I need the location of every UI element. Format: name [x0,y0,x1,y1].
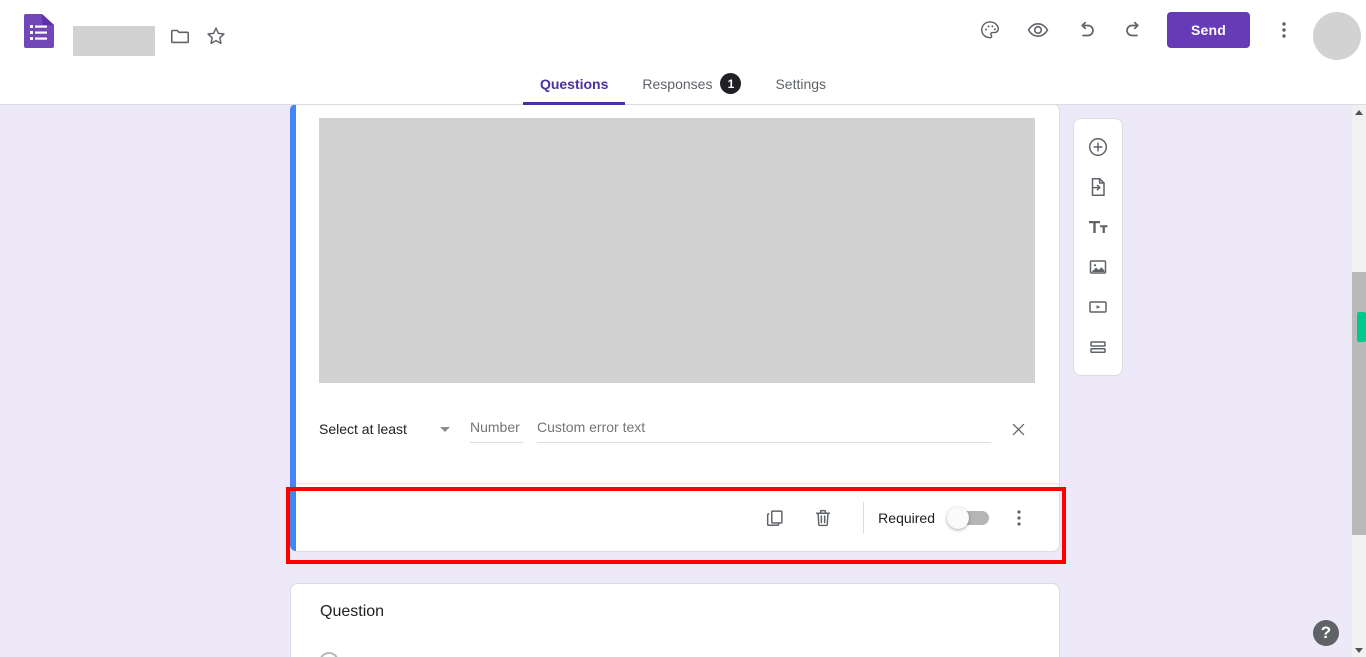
question-content-redacted [319,118,1035,383]
form-canvas: Select at least Number Custom error text… [0,105,1352,657]
more-vert-icon[interactable] [1264,10,1304,50]
validation-rule-label: Select at least [319,421,407,437]
tab-questions-label: Questions [539,75,609,92]
validation-rule-select[interactable]: Select at least [319,421,458,437]
section-icon[interactable] [1078,327,1118,367]
forms-logo-icon[interactable] [22,14,54,48]
question-card-next[interactable]: Question [290,583,1060,657]
tab-bar: Questions Responses 1 Settings [0,62,1366,105]
duplicate-icon[interactable] [755,498,795,538]
question-card-toolbar: Required [290,483,1059,551]
undo-icon[interactable] [1066,10,1106,50]
caret-up-icon[interactable] [1352,105,1366,119]
next-question-label: Question [320,603,385,620]
card-selected-accent [290,105,296,551]
redo-icon[interactable] [1114,10,1154,50]
eye-icon[interactable] [1018,10,1058,50]
required-label: Required [878,509,935,526]
image-icon[interactable] [1078,247,1118,287]
video-icon[interactable] [1078,287,1118,327]
tab-responses[interactable]: Responses 1 [625,62,758,105]
validation-number-input[interactable] [470,415,523,443]
star-icon[interactable] [196,16,236,56]
app-header: Send [0,0,1366,62]
close-icon[interactable] [1001,412,1035,446]
more-vert-icon[interactable] [999,498,1039,538]
form-title-input[interactable] [73,26,155,56]
tab-responses-label: Responses [642,75,713,92]
chevron-down-icon [440,426,450,432]
caret-down-icon[interactable] [1352,643,1366,657]
validation-error-text-input[interactable] [537,415,991,443]
vertical-scrollbar[interactable] [1352,105,1366,657]
folder-icon[interactable] [160,16,200,56]
avatar[interactable] [1313,12,1361,60]
question-card-selected[interactable]: Select at least Number Custom error text… [290,105,1060,552]
responses-count-badge: 1 [720,73,742,94]
trash-icon[interactable] [803,498,843,538]
help-button[interactable]: ? [1313,620,1339,646]
add-item-toolbar [1073,118,1123,376]
response-validation-row: Select at least [319,407,1035,451]
plus-circle-icon[interactable] [1078,127,1118,167]
tab-settings-label: Settings [775,75,827,92]
import-file-icon[interactable] [1078,167,1118,207]
tab-settings[interactable]: Settings [758,62,843,105]
required-toggle[interactable] [947,506,991,529]
title-text-icon[interactable] [1078,207,1118,247]
palette-icon[interactable] [970,10,1010,50]
send-button[interactable]: Send [1167,12,1250,48]
radio-option-icon [319,652,339,657]
toolbar-divider [863,501,865,534]
scrollbar-position-marker [1357,312,1366,342]
tab-questions[interactable]: Questions [522,62,626,105]
required-toggle-knob [947,506,969,529]
